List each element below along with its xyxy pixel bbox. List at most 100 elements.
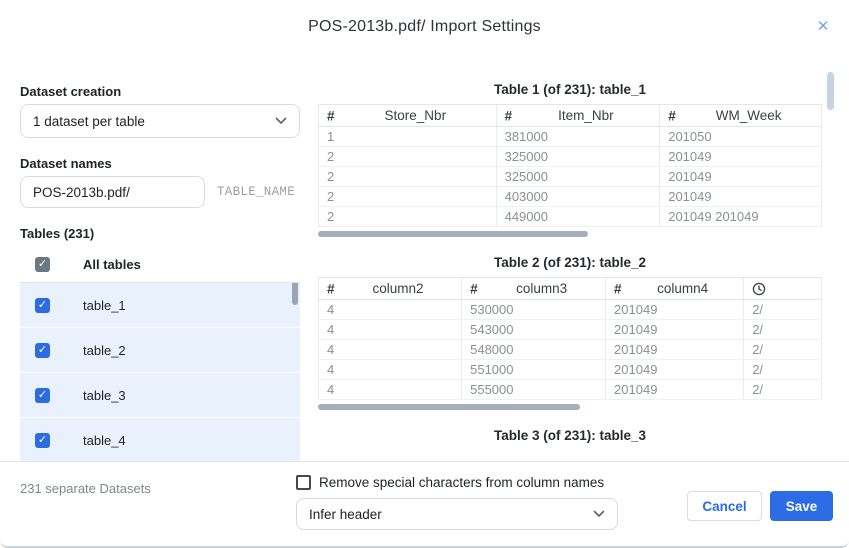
preview-table-block: Table 3 (of 231): table_3	[318, 426, 822, 446]
import-options-panel: Dataset creation 1 dataset per table Dat…	[20, 84, 300, 464]
table-cell: 325000	[495, 146, 661, 167]
dataset-creation-value: 1 dataset per table	[33, 113, 145, 129]
all-tables-checkbox[interactable]: ✓	[35, 256, 50, 272]
dataset-names-label: Dataset names	[20, 156, 112, 171]
table-cell: 2	[318, 186, 497, 207]
table-cell: 4	[318, 319, 463, 340]
table-row: 1 381000 201050	[318, 126, 822, 147]
table-list-label: table_3	[83, 387, 126, 403]
column-header: # column2	[318, 277, 463, 300]
table-list-label: table_1	[83, 297, 126, 313]
column-header-label: Item_Nbr	[558, 108, 614, 123]
table-cell: 403000	[495, 186, 661, 207]
column-header-label: Store_Nbr	[384, 108, 447, 123]
table-cell: 201049	[605, 299, 745, 320]
remove-special-checkbox[interactable]	[296, 475, 311, 490]
table-cell: 4	[318, 359, 463, 380]
column-header	[743, 277, 822, 300]
table-cell: 201049	[605, 339, 745, 360]
table-list-row[interactable]: ✓ table_3	[20, 373, 300, 418]
table-cell: 201049	[605, 359, 745, 380]
all-tables-row[interactable]: ✓ All tables	[20, 251, 300, 277]
table-cell: 4	[318, 339, 463, 360]
column-header-label: WM_Week	[715, 108, 782, 123]
table-list-label: table_2	[83, 342, 126, 358]
column-header-label: column4	[657, 281, 709, 296]
header-mode-value: Infer header	[309, 506, 382, 522]
table-checkbox[interactable]: ✓	[35, 432, 50, 448]
table-checkbox[interactable]: ✓	[35, 297, 50, 313]
preview-panel-scrollbar[interactable]	[827, 72, 834, 110]
preview-table-title: Table 1 (of 231): table_1	[493, 82, 647, 97]
table-row: 4 548000 201049 2/	[318, 339, 822, 360]
remove-special-label: Remove special characters from column na…	[319, 475, 605, 490]
tables-list: ✓ table_1 ✓ table_2 ✓ table_3 ✓ table_4	[20, 283, 300, 464]
preview-panel: Table 1 (of 231): table_1 # Store_Nbr # Item…	[318, 72, 822, 455]
table-list-row[interactable]: ✓ table_1	[20, 283, 300, 328]
column-header: # Store_Nbr	[318, 104, 497, 127]
table-cell: 201049	[659, 186, 822, 207]
table-checkbox[interactable]: ✓	[35, 387, 50, 403]
table-row: 4 555000 201049 2/	[318, 379, 822, 400]
table-list-row[interactable]: ✓ table_2	[20, 328, 300, 373]
table-cell: 548000	[461, 339, 607, 360]
table-cell: 2/	[743, 359, 822, 380]
save-button[interactable]: Save	[770, 491, 833, 521]
table-cell: 201049	[605, 319, 745, 340]
table-row: 4 530000 201049 2/	[318, 299, 822, 320]
table-cell: 551000	[461, 359, 607, 380]
table-cell: 201049	[659, 146, 822, 167]
preview-table: # Store_Nbr # Item_Nbr # WM_Week 1 381000 201050…	[318, 104, 822, 227]
table-cell: 2/	[743, 339, 822, 360]
time-type-icon	[752, 282, 766, 296]
dataset-name-input[interactable]	[20, 176, 205, 208]
column-header: # column3	[461, 277, 607, 300]
preview-table-block: Table 1 (of 231): table_1 # Store_Nbr # Item…	[318, 80, 822, 237]
tables-list-scrollbar[interactable]	[292, 283, 298, 305]
preview-table-title: Table 2 (of 231): table_2	[493, 255, 647, 270]
table-cell: 4	[318, 379, 463, 400]
all-tables-label: All tables	[83, 256, 141, 272]
table-checkbox[interactable]: ✓	[35, 342, 50, 358]
close-icon[interactable]: ✕	[813, 17, 833, 37]
table-cell: 1	[318, 126, 497, 147]
column-header: # Item_Nbr	[495, 104, 661, 127]
dataset-creation-select[interactable]: 1 dataset per table	[20, 104, 300, 138]
table-cell: 449000	[495, 206, 661, 227]
table-row: 2 449000 201049 201049	[318, 206, 822, 227]
preview-table: # column2 # column3 # column4 4 530000 201049 2/4…	[318, 277, 822, 400]
tables-count-label: Tables (231)	[20, 226, 95, 241]
cancel-button[interactable]: Cancel	[687, 491, 762, 521]
table-row: 2 325000 201049	[318, 146, 822, 167]
table-horizontal-scrollbar[interactable]	[318, 404, 580, 410]
number-type-icon: #	[614, 281, 622, 296]
table-cell: 4	[318, 299, 463, 320]
number-type-icon: #	[504, 108, 513, 123]
table-row: 4 543000 201049 2/	[318, 319, 822, 340]
dataset-name-suffix: TABLE_NAME	[217, 185, 296, 199]
datasets-summary: 231 separate Datasets	[20, 481, 151, 496]
table-list-row[interactable]: ✓ table_4	[20, 418, 300, 463]
number-type-icon: #	[327, 281, 335, 296]
preview-table-title: Table 3 (of 231): table_3	[493, 428, 647, 443]
table-row: 2 403000 201049	[318, 186, 822, 207]
table-cell: 201049 201049	[659, 206, 822, 227]
table-horizontal-scrollbar[interactable]	[318, 231, 588, 237]
preview-table-block: Table 2 (of 231): table_2 # column2 # column…	[318, 253, 822, 410]
table-row: 4 551000 201049 2/	[318, 359, 822, 380]
table-cell: 201049	[605, 379, 745, 400]
table-cell: 530000	[461, 299, 607, 320]
table-cell: 543000	[461, 319, 607, 340]
table-cell: 2/	[743, 319, 822, 340]
number-type-icon: #	[668, 108, 676, 123]
table-list-label: table_4	[83, 432, 126, 448]
dialog-footer: 231 separate Datasets Remove special cha…	[0, 461, 849, 546]
header-mode-select[interactable]: Infer header	[296, 498, 618, 530]
table-cell: 555000	[461, 379, 607, 400]
table-cell: 2	[318, 206, 497, 227]
dataset-creation-label: Dataset creation	[20, 84, 122, 99]
table-cell: 201049	[659, 166, 822, 187]
column-header-label: column2	[372, 281, 424, 296]
column-header: # column4	[605, 277, 745, 300]
remove-special-row[interactable]: Remove special characters from column na…	[296, 475, 618, 490]
